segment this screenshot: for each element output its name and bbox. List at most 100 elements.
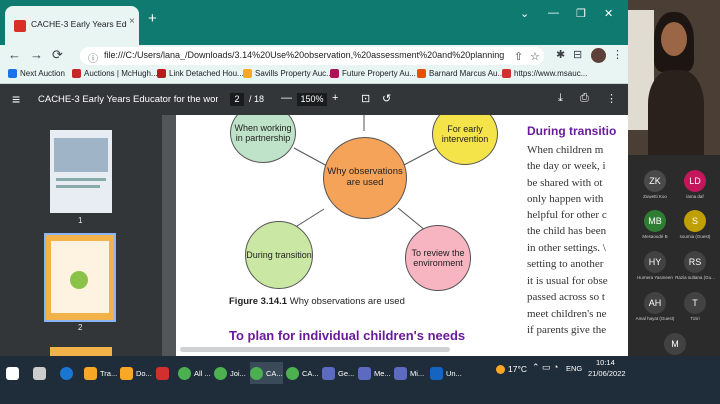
thumbnail-photo	[54, 138, 108, 172]
body-text-line: be shared with ot	[527, 177, 603, 189]
tab-search-icon[interactable]: ⌄	[520, 7, 529, 20]
bookmark-icon	[8, 69, 17, 78]
chrome-icon	[250, 366, 263, 380]
language-indicator[interactable]: ENG	[566, 364, 582, 373]
bookmark-item[interactable]: Link Detached Hou...	[157, 69, 244, 78]
chrome-icon	[178, 366, 191, 380]
participant-avatar[interactable]: M	[664, 333, 686, 355]
zoom-out-button[interactable]: —	[281, 92, 292, 104]
thumbnail-diagram	[70, 271, 88, 289]
close-window-button[interactable]: ✕	[604, 7, 613, 20]
bookmark-star-icon[interactable]: ☆	[530, 50, 540, 63]
reload-button[interactable]: ⟳	[52, 47, 63, 63]
participant-avatar[interactable]: RS	[684, 251, 706, 273]
taskbar-app[interactable]: Un...	[430, 362, 462, 384]
maximize-button[interactable]: ❐	[576, 7, 586, 20]
thumbnail-text-line	[56, 178, 106, 181]
taskbar-app[interactable]: All ...	[178, 362, 211, 384]
new-tab-button[interactable]: +	[148, 10, 157, 27]
participant-avatar[interactable]: LD	[684, 170, 706, 192]
zoom-input[interactable]: 150%	[297, 93, 327, 106]
folder-icon	[84, 366, 97, 380]
participant-avatar[interactable]: AH	[644, 292, 666, 314]
thumbnail-label: 2	[78, 323, 83, 332]
menu-icon[interactable]: ≡	[12, 91, 20, 107]
system-tray-icons[interactable]: ⌃ ▭ ◔	[532, 362, 558, 373]
tab-title: CACHE-3 Early Years Educator fo	[31, 19, 127, 29]
taskbar-app[interactable]: CA...	[286, 362, 319, 384]
node-review-environment: To review the environment	[405, 225, 471, 291]
close-tab-icon[interactable]: ×	[129, 16, 135, 27]
teams-icon	[358, 366, 371, 380]
zoom-in-button[interactable]: +	[332, 92, 338, 104]
taskbar-app-active[interactable]: CA...	[250, 362, 283, 384]
bookmark-item[interactable]: https://www.msauc...	[502, 69, 587, 78]
browser-tab[interactable]: CACHE-3 Early Years Educator fo ×	[5, 6, 139, 46]
task-view-button[interactable]	[33, 362, 49, 384]
bookmark-item[interactable]: Barnard Marcus Au...	[417, 69, 504, 78]
body-text-line: When children m	[527, 144, 604, 156]
participant-avatar[interactable]: MB	[644, 210, 666, 232]
bookmark-icon	[502, 69, 511, 78]
share-icon[interactable]: ⇧	[514, 50, 523, 63]
page-number-input[interactable]: 2	[230, 93, 244, 106]
body-text-line: setting to another	[527, 258, 604, 270]
print-icon[interactable]: ⎙	[580, 92, 589, 105]
figure-label: Figure 3.14.1	[229, 296, 288, 307]
side-panel-icon[interactable]: ⊟	[573, 48, 582, 61]
page-thumbnail-2[interactable]	[44, 233, 116, 322]
tab-strip: CACHE-3 Early Years Educator fo × + ⌄ — …	[0, 0, 628, 46]
taskbar-app[interactable]: Ge...	[322, 362, 354, 384]
forward-button[interactable]: →	[30, 47, 43, 62]
taskbar-app[interactable]	[60, 362, 76, 384]
body-text-line: in other settings. \	[527, 242, 606, 254]
taskbar-app[interactable]: Tra...	[84, 362, 117, 384]
bookmark-icon	[417, 69, 426, 78]
bookmark-item[interactable]: Auctions | McHugh...	[72, 69, 158, 78]
minimize-button[interactable]: —	[548, 7, 559, 19]
more-options-icon[interactable]: ⋮	[606, 92, 617, 105]
fit-page-icon[interactable]: ⊡	[361, 92, 370, 105]
rotate-icon[interactable]: ↺	[382, 92, 391, 105]
teams-icon	[322, 366, 335, 380]
participant-name: Tiziri	[690, 316, 700, 321]
info-icon: ⓘ	[88, 54, 98, 65]
download-icon[interactable]: ⤓	[558, 92, 563, 105]
taskbar-app[interactable]: Me...	[358, 362, 391, 384]
windows-icon	[6, 366, 19, 380]
start-button[interactable]	[6, 362, 22, 384]
folder-icon	[120, 366, 133, 380]
back-button[interactable]: ←	[8, 47, 21, 62]
weather-widget[interactable]: 17°C	[496, 364, 527, 375]
chrome-icon	[214, 366, 227, 380]
page-total: / 18	[249, 94, 265, 104]
clock-date[interactable]: 21/06/2022	[588, 369, 626, 378]
participant-name: Razia sultana (Gu...	[675, 275, 715, 280]
participant-avatar[interactable]: HY	[644, 251, 666, 273]
body-text-line: meet children's ne	[527, 308, 607, 320]
taskbar-app[interactable]: Mi...	[394, 362, 424, 384]
taskbar-app[interactable]: Do...	[120, 362, 152, 384]
more-menu-icon[interactable]: ⋮	[612, 48, 623, 61]
page-thumbnail-1[interactable]	[50, 130, 112, 213]
body-text-line: passed across so t	[527, 291, 605, 303]
bookmark-item[interactable]: Next Auction	[8, 69, 65, 78]
node-during-transition: During transition	[245, 221, 313, 289]
participant-avatar[interactable]: S	[684, 210, 706, 232]
profile-avatar[interactable]	[591, 48, 606, 63]
clock-time[interactable]: 10:14	[596, 358, 615, 367]
taskbar-app[interactable]	[156, 362, 172, 384]
participant-avatar[interactable]: ZK	[644, 170, 666, 192]
bookmark-item[interactable]: Future Property Au...	[330, 69, 416, 78]
taskbar-app[interactable]: Joi...	[214, 362, 246, 384]
pdf-toolbar: ≡ CACHE-3 Early Years Educator for the w…	[0, 84, 628, 115]
participant-name: Mesaoudé B	[642, 234, 668, 239]
extensions-icon[interactable]: ✱	[556, 48, 565, 61]
horizontal-scrollbar[interactable]	[180, 347, 450, 352]
figure-caption-text: Why observations are used	[289, 296, 405, 307]
bookmark-item[interactable]: Savills Property Auc...	[243, 69, 333, 78]
participant-avatar[interactable]: T	[684, 292, 706, 314]
weather-sun-icon	[496, 365, 505, 375]
teams-icon	[394, 366, 407, 380]
address-bar[interactable]: ⓘ file:///C:/Users/lana_/Downloads/3.14%…	[80, 47, 544, 65]
